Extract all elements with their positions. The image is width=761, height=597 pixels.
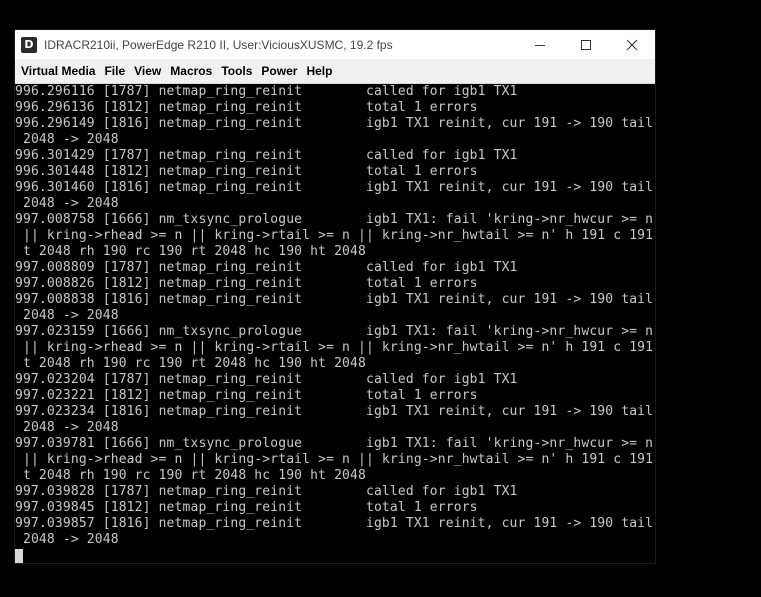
console-line: || kring->rhead >= n || kring->rtail >= …: [15, 340, 654, 355]
console-line: 997.039857 [1816] netmap_ring_reinit igb…: [15, 516, 654, 531]
console-line: 997.023221 [1812] netmap_ring_reinit tot…: [15, 388, 478, 403]
console-output: 996.296116 [1787] netmap_ring_reinit cal…: [15, 84, 655, 563]
idrac-app-icon: D: [21, 36, 37, 53]
console-line: 996.301448 [1812] netmap_ring_reinit tot…: [15, 164, 478, 179]
console-line: 996.296136 [1812] netmap_ring_reinit tot…: [15, 100, 478, 115]
minimize-icon: [535, 44, 545, 46]
menu-macros[interactable]: Macros: [166, 59, 216, 83]
console-screen[interactable]: 996.296116 [1787] netmap_ring_reinit cal…: [15, 84, 655, 563]
console-line: 996.296116 [1787] netmap_ring_reinit cal…: [15, 84, 518, 99]
minimize-button[interactable]: [517, 30, 563, 59]
console-line: 2048 -> 2048: [15, 132, 119, 147]
close-icon: [626, 39, 638, 50]
maximize-icon: [581, 39, 591, 50]
menu-help[interactable]: Help: [302, 59, 336, 83]
window-title: IDRACR210ii, PowerEdge R210 II, User:Vic…: [44, 37, 393, 52]
console-line: t 2048 rh 190 rc 190 rt 2048 hc 190 ht 2…: [15, 356, 366, 371]
console-line: 996.296149 [1816] netmap_ring_reinit igb…: [15, 116, 654, 131]
menu-file[interactable]: File: [100, 59, 129, 83]
console-line: t 2048 rh 190 rc 190 rt 2048 hc 190 ht 2…: [15, 468, 366, 483]
maximize-button[interactable]: [563, 30, 609, 59]
console-line: 997.023234 [1816] netmap_ring_reinit igb…: [15, 404, 654, 419]
console-line: 2048 -> 2048: [15, 532, 119, 547]
menu-tools[interactable]: Tools: [217, 59, 256, 83]
menu-power[interactable]: Power: [257, 59, 301, 83]
title-bar[interactable]: D IDRACR210ii, PowerEdge R210 II, User:V…: [15, 30, 655, 59]
console-line: 997.008826 [1812] netmap_ring_reinit tot…: [15, 276, 478, 291]
console-line: || kring->rhead >= n || kring->rtail >= …: [15, 228, 654, 243]
virtual-console-window: D IDRACR210ii, PowerEdge R210 II, User:V…: [15, 30, 655, 563]
close-button[interactable]: [609, 30, 655, 59]
console-line: 997.008758 [1666] nm_txsync_prologue igb…: [15, 212, 654, 227]
console-line: || kring->rhead >= n || kring->rtail >= …: [15, 452, 654, 467]
console-line: 997.039845 [1812] netmap_ring_reinit tot…: [15, 500, 478, 515]
menu-bar: Virtual Media File View Macros Tools Pow…: [15, 59, 655, 84]
console-line: 2048 -> 2048: [15, 308, 119, 323]
console-line: t 2048 rh 190 rc 190 rt 2048 hc 190 ht 2…: [15, 244, 366, 259]
console-line: 2048 -> 2048: [15, 196, 119, 211]
text-cursor: [15, 549, 23, 563]
console-line: 997.023159 [1666] nm_txsync_prologue igb…: [15, 324, 654, 339]
menu-view[interactable]: View: [130, 59, 165, 83]
console-line: 2048 -> 2048: [15, 420, 119, 435]
console-line: 997.008838 [1816] netmap_ring_reinit igb…: [15, 292, 654, 307]
console-line: 997.008809 [1787] netmap_ring_reinit cal…: [15, 260, 518, 275]
console-line: 997.039828 [1787] netmap_ring_reinit cal…: [15, 484, 518, 499]
console-line: 996.301429 [1787] netmap_ring_reinit cal…: [15, 148, 518, 163]
console-line: 996.301460 [1816] netmap_ring_reinit igb…: [15, 180, 654, 195]
console-cursor-line: [15, 548, 655, 563]
console-line: 997.023204 [1787] netmap_ring_reinit cal…: [15, 372, 518, 387]
menu-virtual-media[interactable]: Virtual Media: [17, 59, 99, 83]
console-line: 997.039781 [1666] nm_txsync_prologue igb…: [15, 436, 654, 451]
